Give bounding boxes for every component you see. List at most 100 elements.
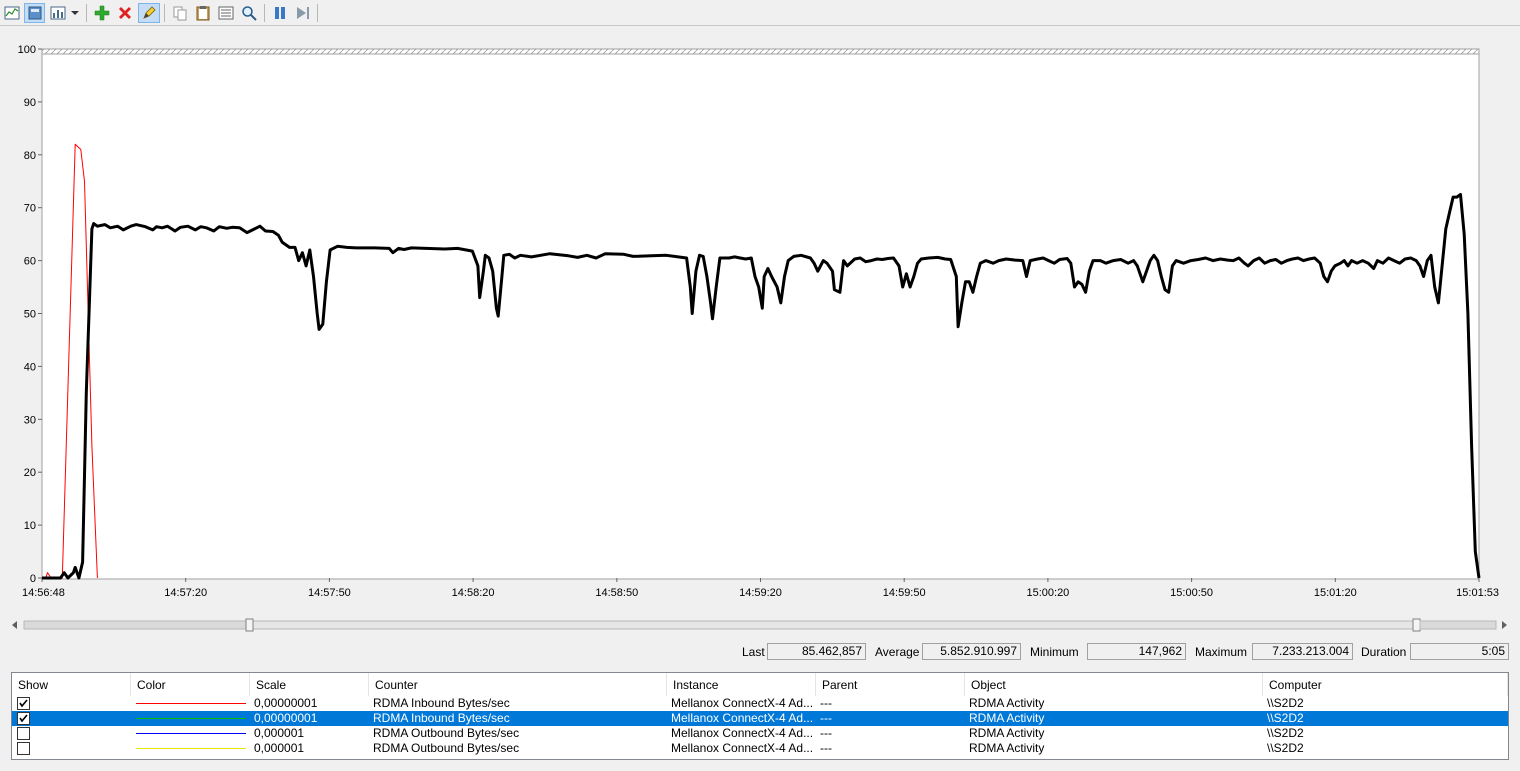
show-checkbox[interactable] bbox=[17, 742, 30, 755]
counter-row[interactable]: 0,000001 RDMA Outbound Bytes/sec Mellanox … bbox=[12, 741, 1508, 756]
instance-cell: Mellanox ConnectX-4 Ad... bbox=[671, 696, 814, 710]
toolbar-separator bbox=[86, 4, 87, 22]
minimum-value: 147,962 bbox=[1087, 643, 1186, 660]
counter-cell: RDMA Inbound Bytes/sec bbox=[373, 711, 510, 725]
scale-cell: 0,00000001 bbox=[254, 696, 318, 710]
color-swatch bbox=[136, 703, 246, 704]
show-checkbox[interactable] bbox=[17, 712, 30, 725]
toolbar-separator bbox=[164, 4, 165, 22]
delete-icon[interactable] bbox=[115, 3, 135, 23]
parent-cell: --- bbox=[820, 741, 832, 755]
minimum-label: Minimum bbox=[1030, 645, 1079, 659]
plot-area bbox=[41, 48, 1480, 580]
object-cell: RDMA Activity bbox=[969, 726, 1045, 740]
show-checkbox[interactable] bbox=[17, 697, 30, 710]
pause-icon[interactable] bbox=[270, 3, 290, 23]
average-label: Average bbox=[875, 645, 920, 659]
color-swatch bbox=[136, 718, 246, 719]
duration-label: Duration bbox=[1361, 645, 1407, 659]
properties-icon[interactable] bbox=[216, 3, 236, 23]
counter-row[interactable]: 0,00000001 RDMA Inbound Bytes/sec Mellanox… bbox=[12, 696, 1508, 711]
x-tick-label: 14:59:20 bbox=[739, 587, 782, 599]
y-tick-label: 10 bbox=[24, 520, 36, 532]
y-tick-label: 0 bbox=[30, 573, 36, 585]
x-tick-label: 15:01:20 bbox=[1314, 587, 1357, 599]
computer-cell: \\S2D2 bbox=[1267, 696, 1304, 710]
counter-row[interactable]: 0,00000001 RDMA Inbound Bytes/sec Mellanox… bbox=[12, 711, 1508, 726]
color-swatch bbox=[136, 733, 246, 734]
color-swatch bbox=[136, 748, 246, 749]
column-counter[interactable]: Counter bbox=[369, 673, 667, 696]
y-tick-label: 100 bbox=[18, 44, 36, 56]
maximum-value: 7.233.213.004 bbox=[1252, 643, 1353, 660]
counter-row[interactable]: 0,000001 RDMA Outbound Bytes/sec Mellanox … bbox=[12, 726, 1508, 741]
performance-chart: 0 10 20 30 40 50 60 70 80 90 100 14:56:48 14:57:20 1… bbox=[0, 27, 1520, 607]
view-current-activity-icon[interactable] bbox=[3, 3, 21, 23]
scale-cell: 0,00000001 bbox=[254, 711, 318, 725]
highlight-icon[interactable] bbox=[138, 3, 160, 23]
x-tick-label: 14:59:50 bbox=[883, 587, 926, 599]
instance-cell: Mellanox ConnectX-4 Ad... bbox=[671, 741, 814, 755]
y-tick-label: 50 bbox=[24, 309, 36, 321]
counter-cell: RDMA Outbound Bytes/sec bbox=[373, 741, 520, 755]
y-tick-label: 40 bbox=[24, 361, 36, 373]
update-data-icon[interactable] bbox=[293, 3, 313, 23]
column-color[interactable]: Color bbox=[131, 673, 250, 696]
computer-cell: \\S2D2 bbox=[1267, 726, 1304, 740]
maximum-label: Maximum bbox=[1195, 645, 1248, 659]
x-tick-label: 15:00:20 bbox=[1026, 587, 1069, 599]
paste-counter-list-icon[interactable] bbox=[193, 3, 213, 23]
column-object[interactable]: Object bbox=[965, 673, 1263, 696]
view-log-data-icon[interactable] bbox=[24, 3, 45, 23]
column-show[interactable]: Show bbox=[12, 673, 131, 696]
column-computer[interactable]: Computer bbox=[1263, 673, 1508, 696]
object-cell: RDMA Activity bbox=[969, 696, 1045, 710]
y-tick-label: 30 bbox=[24, 414, 36, 426]
column-instance[interactable]: Instance bbox=[667, 673, 816, 696]
parent-cell: --- bbox=[820, 696, 832, 710]
last-value: 85.462,857 bbox=[767, 643, 866, 660]
average-value: 5.852.910.997 bbox=[922, 643, 1021, 660]
statistics-bar: Last 85.462,857 Average 5.852.910.997 Mi… bbox=[0, 642, 1520, 662]
time-range-scrollbar[interactable] bbox=[10, 618, 1510, 633]
object-cell: RDMA Activity bbox=[969, 741, 1045, 755]
computer-cell: \\S2D2 bbox=[1267, 711, 1304, 725]
toolbar-separator bbox=[264, 4, 265, 22]
chevron-down-icon[interactable] bbox=[69, 3, 81, 23]
counter-list-header: Show Color Scale Counter Instance Parent… bbox=[12, 673, 1508, 696]
scale-cell: 0,000001 bbox=[254, 741, 305, 755]
y-tick-label: 60 bbox=[24, 256, 36, 268]
counter-cell: RDMA Inbound Bytes/sec bbox=[373, 696, 510, 710]
parent-cell: --- bbox=[820, 711, 832, 725]
duration-value: 5:05 bbox=[1410, 643, 1509, 660]
last-label: Last bbox=[742, 645, 765, 659]
counter-cell: RDMA Outbound Bytes/sec bbox=[373, 726, 520, 740]
copy-properties-icon[interactable] bbox=[170, 3, 190, 23]
parent-cell: --- bbox=[820, 726, 832, 740]
toolbar-separator bbox=[317, 4, 318, 22]
toolbar bbox=[0, 0, 1520, 26]
y-tick-label: 80 bbox=[24, 150, 36, 162]
show-checkbox[interactable] bbox=[17, 727, 30, 740]
x-tick-label: 15:00:50 bbox=[1170, 587, 1213, 599]
y-tick-label: 90 bbox=[24, 97, 36, 109]
add-icon[interactable] bbox=[92, 3, 112, 23]
scale-cell: 0,000001 bbox=[254, 726, 305, 740]
zoom-icon[interactable] bbox=[239, 3, 259, 23]
column-parent[interactable]: Parent bbox=[816, 673, 965, 696]
range-end-handle bbox=[1412, 618, 1421, 632]
counter-list: Show Color Scale Counter Instance Parent… bbox=[11, 672, 1509, 760]
computer-cell: \\S2D2 bbox=[1267, 741, 1304, 755]
x-tick-label: 14:57:50 bbox=[308, 587, 351, 599]
x-tick-label: 15:01:53 bbox=[1456, 587, 1499, 599]
x-tick-label: 14:58:20 bbox=[452, 587, 495, 599]
chart-top-band bbox=[41, 48, 1480, 55]
instance-cell: Mellanox ConnectX-4 Ad... bbox=[671, 711, 814, 725]
column-scale[interactable]: Scale bbox=[250, 673, 369, 696]
instance-cell: Mellanox ConnectX-4 Ad... bbox=[671, 726, 814, 740]
range-start-handle bbox=[245, 618, 254, 632]
x-tick-label: 14:56:48 bbox=[22, 587, 65, 599]
x-tick-label: 14:57:20 bbox=[164, 587, 207, 599]
change-graph-type-icon[interactable] bbox=[48, 3, 68, 23]
x-tick-label: 14:58:50 bbox=[595, 587, 638, 599]
